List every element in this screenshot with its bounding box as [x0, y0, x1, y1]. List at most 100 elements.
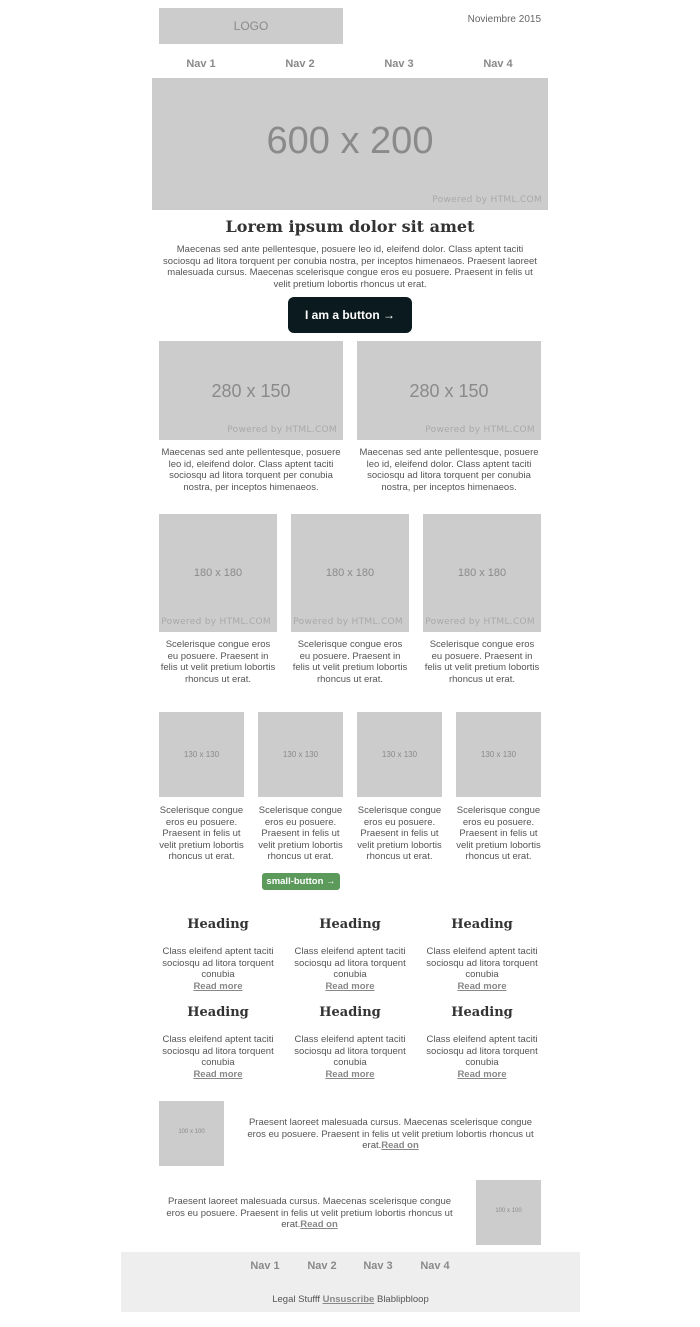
text-line: rhoncus ut erat.	[168, 851, 235, 862]
primary-button[interactable]: I am a button →	[288, 297, 412, 333]
text-line: sociosqu ad litora torquent	[162, 957, 274, 969]
footer: Nav 1 Nav 2 Nav 3 Nav 4 Legal Stufff Uns…	[121, 1252, 580, 1312]
read-on-link[interactable]: Read on	[381, 1140, 418, 1151]
read-more-link[interactable]: Read more	[457, 981, 506, 992]
nav-item-4[interactable]: Nav 4	[458, 58, 538, 70]
text-line: felis ut velit pretium lobortis	[424, 662, 540, 673]
read-more-link[interactable]: Read more	[325, 981, 374, 992]
footer-nav-item-1[interactable]: Nav 1	[235, 1260, 295, 1272]
text-line: sociosqu ad litora torquent per conubia	[367, 470, 531, 481]
image-size-label: 130 x 130	[480, 750, 517, 759]
text-line: conubia	[201, 1057, 235, 1068]
text-line: erat.	[362, 1140, 382, 1151]
intro-title: Lorem ipsum dolor sit amet	[225, 217, 475, 236]
grid-heading: Heading	[319, 917, 381, 932]
four-col-text-4: Scelerisque congue eros eu posuere. Prae…	[453, 805, 544, 863]
text-line: nostra, per inceptos himenaeos.	[183, 481, 319, 493]
image-size-label: 100 x 100	[178, 1129, 205, 1135]
text-line: Scelerisque congue	[258, 805, 343, 816]
text-line: Class eleifend aptent taciti	[162, 946, 274, 957]
text-line: Maecenas sed ante pellentesque, posuere	[161, 447, 341, 458]
text-line: Praesent in felis ut	[261, 828, 340, 839]
text-line: eros eu posuere.	[165, 816, 238, 828]
text-line: rhoncus ut erat.	[448, 673, 515, 685]
hero-powered-label: Powered by HTML.COM	[432, 195, 542, 205]
two-col-text-2: Maecenas sed ante pellentesque, posuere …	[357, 447, 541, 493]
unsubscribe-link[interactable]: Unsuscribe	[323, 1294, 375, 1305]
nav-item-2[interactable]: Nav 2	[260, 58, 340, 70]
read-more-link[interactable]: Read more	[193, 981, 242, 992]
media-text-2: Praesent laoreet malesuada cursus. Maece…	[157, 1196, 462, 1231]
four-col-text-3: Scelerisque congue eros eu posuere. Prae…	[354, 805, 445, 863]
text-line: leo id, eleifend dolor. Class aptent tac…	[168, 458, 334, 470]
media-thumb-right: 100 x 100	[476, 1180, 541, 1245]
four-col-image-3: 130 x 130	[357, 712, 442, 797]
footer-nav-item-3[interactable]: Nav 3	[348, 1260, 408, 1272]
text-line: rhoncus ut erat.	[465, 851, 532, 862]
read-more-link[interactable]: Read more	[457, 1069, 506, 1080]
footer-nav-item-4[interactable]: Nav 4	[405, 1260, 465, 1272]
text-line: Maecenas sed ante pellentesque, posuere	[359, 447, 539, 458]
image-size-label: 180 x 180	[325, 567, 375, 579]
text-line: velit pretium lobortis	[159, 839, 244, 851]
grid-cell-text: Class eleifend aptent taciti sociosqu ad…	[289, 946, 411, 992]
read-more-link[interactable]: Read more	[325, 1069, 374, 1080]
text-line: Class eleifend aptent taciti	[294, 1034, 406, 1045]
grid-heading: Heading	[319, 1005, 381, 1020]
nav-item-1[interactable]: Nav 1	[161, 58, 241, 70]
image-size-label: 130 x 130	[282, 750, 319, 759]
grid-cell-text: Class eleifend aptent taciti sociosqu ad…	[157, 946, 279, 992]
text-line: leo id, eleifend dolor. Class aptent tac…	[366, 458, 532, 470]
text-line: eros eu posuere. Praesent in felis ut ve…	[166, 1207, 453, 1219]
two-col-text-1: Maecenas sed ante pellentesque, posuere …	[159, 447, 343, 493]
text-line: nostra, per inceptos himenaeos.	[381, 481, 517, 493]
text-line: velit pretium lobortis	[258, 839, 343, 851]
text-line: eros eu posuere.	[462, 816, 535, 828]
media-text-1: Praesent laoreet malesuada cursus. Maece…	[238, 1117, 543, 1152]
four-col-image-2: 130 x 130	[258, 712, 343, 797]
text-line: conubia	[465, 1057, 499, 1068]
text-line: Scelerisque congue eros	[165, 639, 271, 650]
read-more-link[interactable]: Read more	[193, 1069, 242, 1080]
text-line: sociosqu ad litora torquent	[294, 1045, 406, 1057]
image-size-label: 180 x 180	[457, 567, 507, 579]
text-line: Praesent in felis ut	[162, 828, 241, 839]
small-button[interactable]: small-button →	[262, 873, 340, 890]
footer-nav-item-2[interactable]: Nav 2	[292, 1260, 352, 1272]
grid-heading: Heading	[187, 917, 249, 932]
four-col-image-1: 130 x 130	[159, 712, 244, 797]
media-thumb-left: 100 x 100	[159, 1101, 224, 1166]
text-line: eu posuere. Praesent in	[167, 650, 269, 662]
powered-label: Powered by HTML.COM	[425, 617, 535, 627]
text-line: eros eu posuere. Praesent in felis ut ve…	[247, 1128, 534, 1140]
grid-heading: Heading	[187, 1005, 249, 1020]
text-line: Scelerisque congue	[159, 805, 244, 816]
text-line: Scelerisque congue	[456, 805, 541, 816]
text-line: rhoncus ut erat.	[184, 673, 251, 685]
intro-text-line: velit pretium lobortis rhoncus ut erat.	[273, 278, 427, 290]
text-line: rhoncus ut erat.	[316, 673, 383, 685]
grid-heading: Heading	[451, 1005, 513, 1020]
text-line: felis ut velit pretium lobortis	[292, 662, 408, 673]
text-line: Praesent in felis ut	[360, 828, 439, 839]
powered-label: Powered by HTML.COM	[227, 425, 337, 435]
grid-cell-text: Class eleifend aptent taciti sociosqu ad…	[157, 1034, 279, 1080]
hero-image: 600 x 200 Powered by HTML.COM	[152, 78, 548, 210]
powered-label: Powered by HTML.COM	[293, 617, 403, 627]
powered-label: Powered by HTML.COM	[161, 617, 271, 627]
read-on-link[interactable]: Read on	[300, 1219, 337, 1230]
text-line: Scelerisque congue	[357, 805, 442, 816]
three-col-image-2: 180 x 180 Powered by HTML.COM	[291, 514, 409, 632]
issue-date: Noviembre 2015	[467, 14, 541, 25]
powered-label: Powered by HTML.COM	[425, 425, 535, 435]
grid-cell-text: Class eleifend aptent taciti sociosqu ad…	[421, 1034, 543, 1080]
four-col-text-1: Scelerisque congue eros eu posuere. Prae…	[156, 805, 247, 863]
three-col-image-3: 180 x 180 Powered by HTML.COM	[423, 514, 541, 632]
nav-item-3[interactable]: Nav 3	[359, 58, 439, 70]
text-line: sociosqu ad litora torquent	[426, 1045, 538, 1057]
image-size-label: 100 x 100	[495, 1208, 522, 1214]
three-col-text-3: Scelerisque congue eros eu posuere. Prae…	[421, 639, 543, 685]
text-line: Praesent in felis ut	[459, 828, 538, 839]
image-size-label: 280 x 150	[409, 381, 489, 401]
text-line: Praesent laoreet malesuada cursus. Maece…	[248, 1117, 533, 1128]
